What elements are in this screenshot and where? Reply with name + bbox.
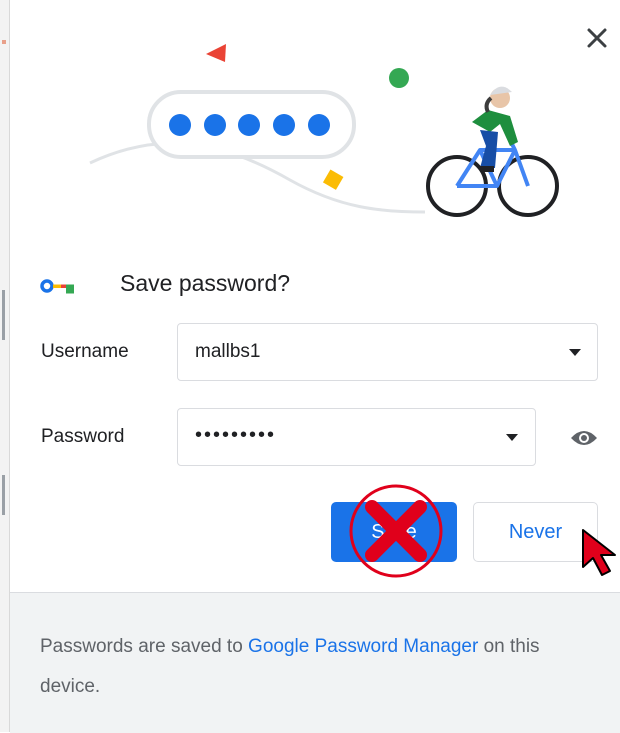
username-label: Username xyxy=(41,341,129,362)
close-icon[interactable] xyxy=(584,25,610,51)
background-window-edge xyxy=(0,0,10,732)
username-value: mallbs1 xyxy=(195,341,261,362)
save-button[interactable]: Save xyxy=(331,502,457,562)
google-password-manager-link[interactable]: Google Password Manager xyxy=(248,636,478,657)
footer-text: Passwords are saved to Google Password M… xyxy=(40,627,600,707)
password-illustration xyxy=(89,44,559,217)
save-password-dialog: Save password? Username mallbs1 Password… xyxy=(10,0,620,733)
footer-text-before: Passwords are saved to xyxy=(40,636,249,657)
never-button[interactable]: Never xyxy=(473,502,598,562)
dialog-title: Save password? xyxy=(120,270,291,296)
username-dropdown-icon[interactable] xyxy=(569,349,581,356)
dialog-footer: Passwords are saved to Google Password M… xyxy=(10,592,620,733)
password-field[interactable]: ••••••••• xyxy=(177,408,536,466)
key-icon xyxy=(40,279,74,294)
username-field[interactable]: mallbs1 xyxy=(177,323,598,381)
never-button-label: Never xyxy=(508,520,563,543)
password-dropdown-icon[interactable] xyxy=(506,434,518,441)
password-label: Password xyxy=(41,426,125,447)
password-value: ••••••••• xyxy=(195,424,277,446)
show-password-eye-icon[interactable] xyxy=(569,428,599,448)
